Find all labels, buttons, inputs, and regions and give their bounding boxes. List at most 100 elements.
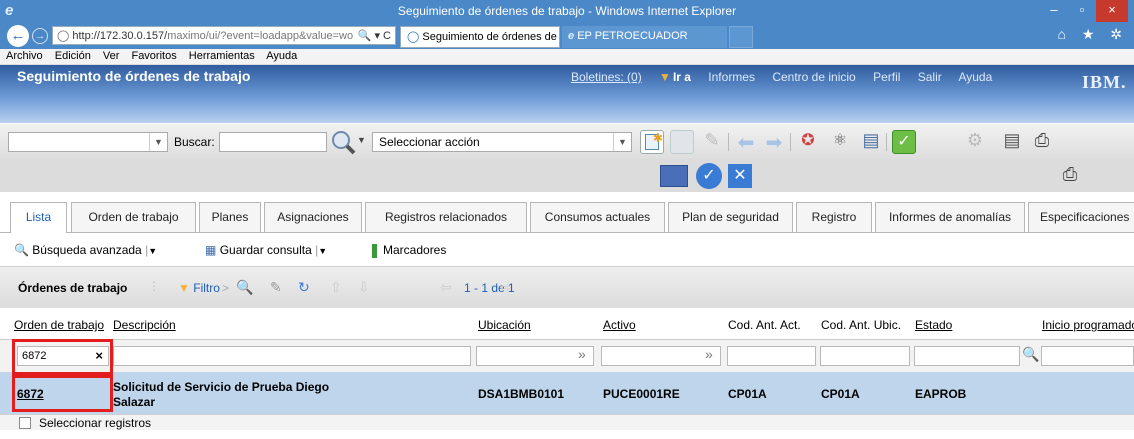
print-icon[interactable]: ⎙ — [1058, 164, 1082, 188]
close-window-button[interactable]: × — [1096, 0, 1128, 22]
header-links: Boletines: (0) ▼ Ir a Informes Centro de … — [571, 70, 1006, 84]
action-select[interactable]: Seleccionar acción ▼ — [372, 132, 632, 152]
previous-page-icon[interactable]: ⇩ — [358, 279, 370, 296]
busqueda-avanzada-link[interactable]: 🔍 Búsqueda avanzada |▼ — [14, 243, 157, 257]
previous-arrow-icon[interactable]: ⇦ — [440, 279, 452, 296]
chevron-down-icon[interactable]: ▼ — [318, 246, 327, 256]
tab-registro[interactable]: Registro — [796, 202, 872, 232]
bookmark-icon — [372, 243, 377, 258]
tab-asignaciones[interactable]: Asignaciones — [264, 202, 362, 232]
select-records-checkbox[interactable] — [19, 417, 31, 429]
filter-cod-ubic-input[interactable] — [820, 346, 910, 366]
print-icon[interactable]: ⎙ — [1030, 130, 1054, 154]
filter-ubicacion-input[interactable] — [476, 346, 594, 366]
first-page-icon[interactable]: ⇧ — [330, 279, 342, 296]
search-icon[interactable]: 🔍 — [236, 279, 253, 296]
previous-icon[interactable]: ⬅ — [734, 130, 758, 154]
chevron-down-icon[interactable]: ▼ — [148, 246, 157, 256]
col-activo[interactable]: Activo — [603, 318, 636, 332]
next-icon[interactable]: ➡ — [762, 130, 786, 154]
report-icon[interactable]: ▤ — [859, 130, 883, 154]
cancel-x-icon[interactable]: ✕ — [728, 164, 752, 188]
list-icon[interactable]: ▤ — [1000, 130, 1024, 154]
clear-filter-icon[interactable]: ✎ — [270, 279, 282, 296]
approve-icon[interactable]: ✓ — [892, 130, 916, 154]
back-button[interactable]: ← — [7, 25, 29, 47]
menu-herramientas[interactable]: Herramientas — [189, 50, 255, 62]
tab-especificaciones[interactable]: Especificaciones — [1028, 202, 1134, 232]
col-ubicacion[interactable]: Ubicación — [478, 318, 531, 332]
tab-plan-seguridad[interactable]: Plan de seguridad — [668, 202, 793, 232]
address-prefix: http://172.30.0.157/ — [72, 30, 168, 42]
browser-right-icons[interactable]: ⌂ ★ ✲ — [1057, 26, 1128, 43]
forward-button[interactable]: → — [32, 28, 48, 44]
filter-estado-input[interactable] — [914, 346, 1020, 366]
tab-orden-trabajo[interactable]: Orden de trabajo — [71, 202, 196, 232]
double-chevron-icon[interactable]: » — [578, 346, 586, 362]
salir-link[interactable]: Salir — [918, 70, 942, 84]
busqueda-avanzada-label: Búsqueda avanzada — [32, 243, 142, 257]
col-orden-trabajo[interactable]: Orden de trabajo — [14, 318, 104, 332]
col-inicio-programado[interactable]: Inicio programado — [1042, 318, 1134, 332]
search-icon[interactable]: 🔍 — [1022, 346, 1039, 363]
tab-consumos-actuales[interactable]: Consumos actuales — [530, 202, 665, 232]
save-icon[interactable] — [670, 130, 694, 154]
ayuda-link[interactable]: Ayuda — [958, 70, 992, 84]
perfil-link[interactable]: Perfil — [873, 70, 900, 84]
menu-archivo[interactable]: Archivo — [6, 50, 43, 62]
chevron-right-icon: > — [222, 281, 230, 295]
filter-cod-act-input[interactable] — [727, 346, 816, 366]
filter-activo-input[interactable] — [601, 346, 721, 366]
col-estado[interactable]: Estado — [915, 318, 952, 332]
address-bar[interactable]: ◯ http://172.30.0.157/maximo/ui/?event=l… — [52, 26, 396, 45]
view-details-icon[interactable]: ⚛ — [828, 130, 852, 154]
tab-planes[interactable]: Planes — [199, 202, 261, 232]
filter-descripcion-input[interactable] — [113, 346, 471, 366]
minimize-button[interactable]: – — [1040, 0, 1068, 22]
barcode-icon[interactable] — [660, 165, 688, 187]
cell-estado: EAPROB — [915, 387, 967, 401]
pencil-icon[interactable]: ✎ — [700, 130, 724, 154]
col-descripcion[interactable]: Descripción — [113, 318, 176, 332]
tab-lista[interactable]: Lista — [10, 202, 67, 233]
highlight-box — [12, 375, 113, 412]
search-scope-select[interactable]: ▼ — [8, 132, 168, 152]
informes-link[interactable]: Informes — [708, 70, 755, 84]
window-title-bar: Seguimiento de órdenes de trabajo - Wind… — [0, 0, 1134, 22]
menu-favoritos[interactable]: Favoritos — [131, 50, 176, 62]
table-title: Órdenes de trabajo — [18, 281, 128, 295]
hierarchy-icon[interactable]: ⚙ — [963, 130, 987, 154]
tab-informes-anomalias[interactable]: Informes de anomalías — [875, 202, 1025, 232]
browser-tab-active[interactable]: ◯ Seguimiento de órdenes de ... × — [400, 26, 560, 48]
refresh-icon[interactable]: ↻ — [298, 279, 310, 296]
filter-inicio-input[interactable] — [1041, 346, 1134, 366]
menu-edicion[interactable]: Edición — [55, 50, 91, 62]
menu-ayuda[interactable]: Ayuda — [266, 50, 297, 62]
page-title: Seguimiento de órdenes de trabajo — [17, 68, 251, 84]
tab-page-icon: ◯ — [407, 31, 423, 43]
page-icon: ◯ — [57, 30, 73, 42]
boletines-link[interactable]: Boletines: (0) — [571, 70, 642, 84]
restore-button[interactable]: ▫ — [1068, 0, 1096, 22]
select-records-label[interactable]: Seleccionar registros — [39, 416, 151, 430]
filtro-link[interactable]: ▼ Filtro — [178, 281, 220, 295]
guardar-consulta-link[interactable]: ▦ Guardar consulta |▼ — [205, 243, 327, 257]
double-chevron-icon[interactable]: » — [705, 346, 713, 362]
search-icon[interactable] — [329, 129, 359, 155]
browser-tab[interactable]: e EP PETROECUADOR — [562, 26, 727, 48]
address-tools[interactable]: 🔍 ▾ C — [357, 29, 391, 42]
centro-inicio-link[interactable]: Centro de inicio — [772, 70, 855, 84]
checkmark-icon[interactable]: ✓ — [696, 163, 722, 189]
menu-ver[interactable]: Ver — [103, 50, 120, 62]
search-input[interactable] — [219, 132, 327, 152]
new-record-icon[interactable]: ✱ — [640, 130, 664, 154]
window-controls: – ▫ × — [1040, 0, 1128, 22]
workflow-icon[interactable]: ✪ — [796, 130, 820, 154]
tab-registros-relacionados[interactable]: Registros relacionados — [365, 202, 527, 232]
action-dropdown-icon[interactable]: ▼ — [357, 135, 366, 145]
marcadores-link[interactable]: Marcadores — [372, 243, 446, 258]
next-arrow-icon[interactable]: ⇨ — [500, 279, 512, 296]
ira-link[interactable]: Ir a — [673, 70, 691, 84]
new-tab-button[interactable] — [729, 26, 753, 48]
chevron-down-icon: ▼ — [149, 133, 167, 151]
